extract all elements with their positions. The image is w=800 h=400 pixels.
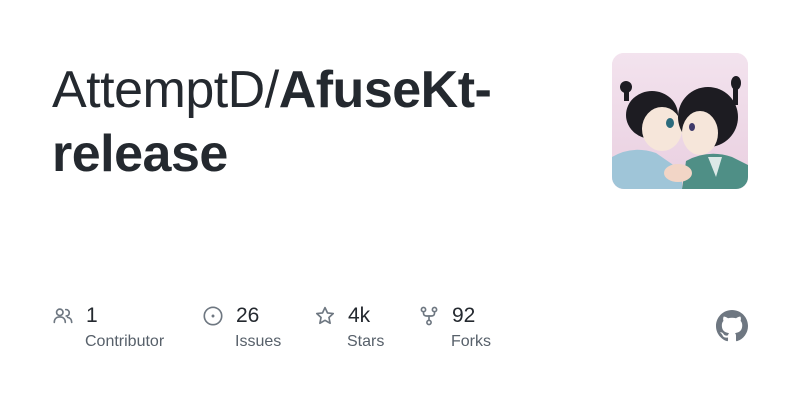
repo-name: AfuseKt- xyxy=(278,61,492,119)
repo-owner: AttemptD/ xyxy=(52,61,279,119)
anime-couple-avatar-image xyxy=(612,53,748,189)
owner-avatar xyxy=(612,53,748,189)
forks-count: 92 xyxy=(452,304,476,327)
repo-title[interactable]: AttemptD/AfuseKt- release xyxy=(52,58,572,186)
forks-label: Forks xyxy=(451,333,491,350)
stars-label: Stars xyxy=(347,333,385,350)
issues-count: 26 xyxy=(236,304,260,327)
issue-opened-icon xyxy=(202,305,224,327)
stars-count: 4k xyxy=(348,304,371,327)
stat-issues[interactable]: 26 Issues xyxy=(202,300,281,350)
contributors-count: 1 xyxy=(86,304,98,327)
stat-forks[interactable]: 92 Forks xyxy=(418,300,491,350)
repo-name-continued: release xyxy=(52,125,228,183)
star-icon xyxy=(314,305,336,327)
contributors-label: Contributor xyxy=(85,333,165,350)
stat-contributors[interactable]: 1 Contributor xyxy=(52,300,164,350)
issues-label: Issues xyxy=(235,333,282,350)
people-icon xyxy=(52,305,74,327)
github-mark-icon[interactable] xyxy=(716,310,748,342)
repo-forked-icon xyxy=(418,305,440,327)
stat-stars[interactable]: 4k Stars xyxy=(314,300,384,350)
